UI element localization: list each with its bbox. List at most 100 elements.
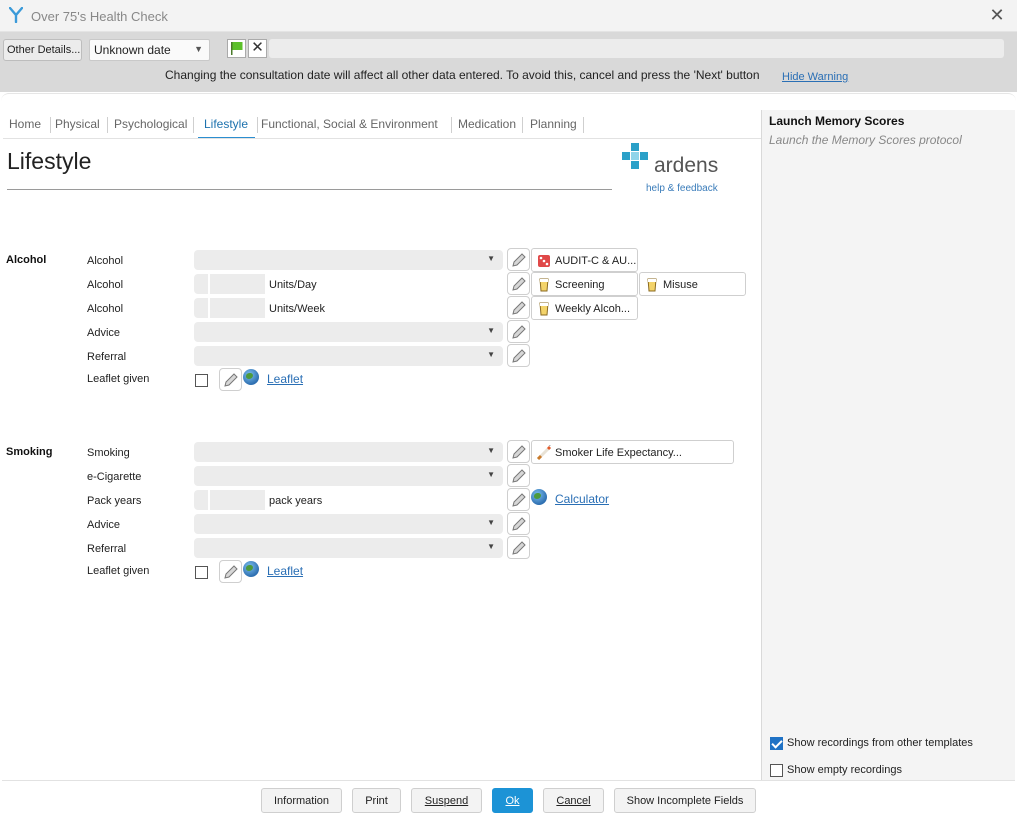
- weekly-alcohol-button[interactable]: Weekly Alcoh...: [531, 296, 638, 320]
- right-sidebar: Launch Memory Scores Launch the Memory S…: [762, 110, 1015, 780]
- smoking-label: Smoking: [87, 447, 130, 459]
- chevron-down-icon: ▼: [487, 470, 495, 479]
- launch-memory-scores-link[interactable]: Launch Memory Scores: [769, 114, 904, 128]
- alcohol-edit-button[interactable]: [507, 248, 530, 271]
- flag-icon: [231, 42, 243, 55]
- units-per-week-edit-button[interactable]: [507, 296, 530, 319]
- smoking-referral-select[interactable]: ▼: [194, 538, 503, 558]
- alcohol-advice-edit-button[interactable]: [507, 320, 530, 343]
- smoking-leaflet-edit-button[interactable]: [219, 560, 242, 583]
- pack-years-label: Pack years: [87, 495, 142, 507]
- alcohol-referral-label: Referral: [87, 351, 127, 363]
- information-button[interactable]: Information: [261, 788, 342, 813]
- other-details-button[interactable]: Other Details...: [3, 39, 82, 61]
- tab-bar: Home Physical Psychological Lifestyle Fu…: [3, 109, 760, 139]
- help-feedback-link[interactable]: help & feedback: [646, 183, 718, 194]
- close-icon: ✕: [251, 39, 264, 56]
- cancel-button[interactable]: Cancel: [543, 788, 604, 813]
- section-alcohol: Alcohol: [6, 254, 47, 266]
- audit-c-label: AUDIT-C & AU...: [555, 255, 637, 267]
- alcohol-leaflet-edit-button[interactable]: [219, 368, 242, 391]
- ecigarette-edit-button[interactable]: [507, 464, 530, 487]
- smoking-referral-edit-button[interactable]: [507, 536, 530, 559]
- chevron-down-icon: ▼: [194, 44, 203, 54]
- pencil-icon: [512, 541, 526, 555]
- pencil-icon: [512, 493, 526, 507]
- alcohol-referral-select[interactable]: ▼: [194, 346, 503, 366]
- pencil-icon: [224, 565, 238, 579]
- ok-button[interactable]: Ok: [492, 788, 533, 813]
- tab-home[interactable]: Home: [9, 109, 41, 139]
- date-warning-text: Changing the consultation date will affe…: [165, 68, 760, 82]
- clear-date-button[interactable]: ✕: [248, 39, 267, 58]
- dice-icon: [536, 253, 552, 269]
- pencil-icon: [512, 349, 526, 363]
- beer-glass-icon: [536, 277, 552, 293]
- tab-physical[interactable]: Physical: [55, 109, 100, 139]
- smoking-advice-select[interactable]: ▼: [194, 514, 503, 534]
- misuse-button[interactable]: Misuse: [639, 272, 746, 296]
- chevron-down-icon: ▼: [487, 518, 495, 527]
- show-incomplete-fields-button[interactable]: Show Incomplete Fields: [614, 788, 756, 813]
- tab-medication[interactable]: Medication: [458, 109, 516, 139]
- window-title: Over 75's Health Check: [31, 9, 168, 24]
- tab-divider: [107, 117, 108, 133]
- chevron-down-icon: ▼: [487, 326, 495, 335]
- screening-button[interactable]: Screening: [531, 272, 638, 296]
- suspend-button[interactable]: Suspend: [411, 788, 482, 813]
- smoking-leaflet-link[interactable]: Leaflet: [267, 564, 303, 578]
- globe-icon: [531, 489, 547, 505]
- consultation-date-select[interactable]: Unknown date ▼: [89, 39, 210, 61]
- tab-psychological[interactable]: Psychological: [114, 109, 187, 139]
- close-icon[interactable]: ✕: [987, 5, 1007, 26]
- smoking-advice-edit-button[interactable]: [507, 512, 530, 535]
- beer-glass-icon: [536, 301, 552, 317]
- alcohol-units-week-label: Alcohol: [87, 303, 124, 315]
- globe-icon: [243, 369, 259, 385]
- pack-years-input[interactable]: [194, 490, 266, 510]
- units-per-day-edit-button[interactable]: [507, 272, 530, 295]
- show-other-templates-label: Show recordings from other templates: [787, 737, 973, 749]
- show-empty-checkbox[interactable]: [770, 764, 783, 777]
- flag-button[interactable]: [227, 39, 246, 58]
- calculator-link[interactable]: Calculator: [555, 492, 609, 506]
- alcohol-referral-edit-button[interactable]: [507, 344, 530, 367]
- pencil-icon: [512, 277, 526, 291]
- print-button[interactable]: Print: [352, 788, 401, 813]
- tab-bar-underline: [3, 138, 761, 139]
- tab-divider: [583, 117, 584, 133]
- units-per-day-input[interactable]: [194, 274, 266, 294]
- alcohol-select[interactable]: ▼: [194, 250, 503, 270]
- audit-c-button[interactable]: AUDIT-C & AU...: [531, 248, 638, 272]
- smoking-leaflet-checkbox[interactable]: [195, 566, 208, 579]
- pencil-icon: [512, 469, 526, 483]
- alcohol-leaflet-checkbox[interactable]: [195, 374, 208, 387]
- tab-divider: [451, 117, 452, 133]
- app-logo-icon: [8, 6, 24, 26]
- hide-warning-link[interactable]: Hide Warning: [782, 71, 848, 83]
- show-other-templates-checkbox[interactable]: [770, 737, 783, 750]
- units-per-day-unit: Units/Day: [269, 279, 317, 291]
- ardens-logo[interactable]: ardens help & feedback: [621, 142, 726, 196]
- tab-divider: [257, 117, 258, 133]
- alcohol-leaflet-link[interactable]: Leaflet: [267, 372, 303, 386]
- smoking-advice-label: Advice: [87, 519, 121, 531]
- alcohol-label: Alcohol: [87, 255, 124, 267]
- section-smoking: Smoking: [6, 446, 53, 458]
- ecigarette-select[interactable]: ▼: [194, 466, 503, 486]
- chevron-down-icon: ▼: [487, 446, 495, 455]
- smoking-edit-button[interactable]: [507, 440, 530, 463]
- tab-functional-social-environment[interactable]: Functional, Social & Environment: [261, 109, 438, 139]
- pack-years-edit-button[interactable]: [507, 488, 530, 511]
- tab-planning[interactable]: Planning: [530, 109, 577, 139]
- alcohol-leaflet-label: Leaflet given: [87, 373, 150, 385]
- page-title: Lifestyle: [7, 148, 92, 174]
- alcohol-units-day-label: Alcohol: [87, 279, 124, 291]
- beer-glass-icon: [644, 277, 660, 293]
- alcohol-advice-select[interactable]: ▼: [194, 322, 503, 342]
- smoking-select[interactable]: ▼: [194, 442, 503, 462]
- smoking-referral-label: Referral: [87, 543, 127, 555]
- units-per-week-input[interactable]: [194, 298, 266, 318]
- tab-lifestyle[interactable]: Lifestyle: [198, 109, 255, 139]
- smoker-life-expectancy-button[interactable]: Smoker Life Expectancy...: [531, 440, 734, 464]
